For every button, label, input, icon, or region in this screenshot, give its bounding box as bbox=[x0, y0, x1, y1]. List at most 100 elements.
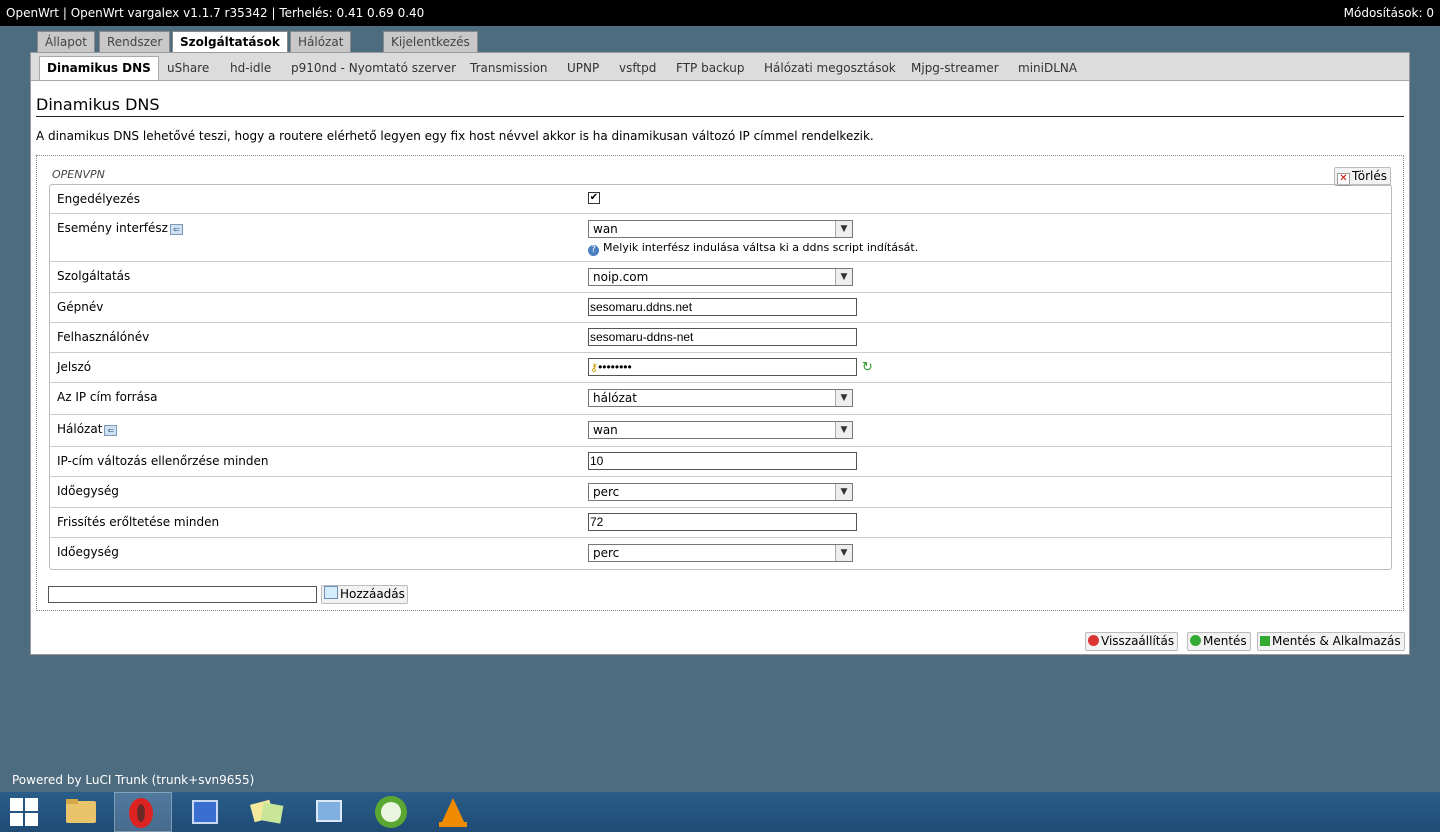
save-label: Mentés bbox=[1203, 634, 1247, 648]
network-select[interactable]: wan ▼ bbox=[588, 421, 853, 439]
subtab-transmission[interactable]: Transmission bbox=[463, 57, 555, 79]
settings-form: Engedélyezés ✔ Esemény interfész ⇐ wan ▼ ?… bbox=[49, 184, 1392, 570]
row-enable: Engedélyezés ✔ bbox=[50, 185, 1391, 214]
apply-icon bbox=[1260, 636, 1270, 646]
password-label: Jelszó bbox=[57, 360, 92, 374]
force-interval-label: Frissítés erőltetése minden bbox=[57, 515, 220, 529]
force-unit-select[interactable]: perc ▼ bbox=[588, 544, 853, 562]
row-password: Jelszó ⚷•••••••• ↻ bbox=[50, 353, 1391, 383]
subtab-upnp[interactable]: UPNP bbox=[560, 57, 606, 79]
key-icon: ⚷ bbox=[590, 362, 599, 374]
title-divider bbox=[36, 116, 1404, 117]
hostname-label: Gépnév bbox=[57, 300, 104, 314]
subtab-halozati-megosztasok[interactable]: Hálózati megosztások bbox=[757, 57, 903, 79]
ip-source-select[interactable]: hálózat ▼ bbox=[588, 389, 853, 407]
tab-szolgaltatasok[interactable]: Szolgáltatások bbox=[172, 31, 288, 53]
back-arrow-icon[interactable]: ⇐ bbox=[169, 224, 183, 235]
force-interval-input[interactable]: 72 bbox=[588, 513, 857, 531]
password-value: •••••••• bbox=[598, 360, 632, 374]
chevron-down-icon: ▼ bbox=[835, 422, 852, 438]
subtab-mjpg-streamer[interactable]: Mjpg-streamer bbox=[904, 57, 1006, 79]
control-panel-icon[interactable] bbox=[300, 792, 358, 832]
row-force-unit: Időegység perc ▼ bbox=[50, 538, 1391, 569]
subtab-ushare[interactable]: uShare bbox=[160, 57, 216, 79]
force-unit-value: perc bbox=[593, 546, 620, 560]
reset-icon bbox=[1088, 635, 1099, 646]
add-label: Hozzáadás bbox=[340, 587, 405, 601]
opera-icon[interactable] bbox=[114, 792, 172, 832]
row-hostname: Gépnév sesomaru.ddns.net bbox=[50, 293, 1391, 323]
sub-tabs: Dinamikus DNS uShare hd-idle p910nd - Ny… bbox=[31, 53, 1409, 81]
ddns-section: OPENVPN ✕ Törlés Engedélyezés ✔ Esemény i… bbox=[36, 155, 1404, 611]
chevron-down-icon: ▼ bbox=[835, 390, 852, 406]
windows-start-icon[interactable] bbox=[10, 798, 38, 826]
subtab-p910nd[interactable]: p910nd - Nyomtató szerver bbox=[284, 57, 463, 79]
check-unit-value: perc bbox=[593, 485, 620, 499]
service-value: noip.com bbox=[593, 270, 649, 284]
header-title: OpenWrt | OpenWrt vargalex v1.1.7 r35342… bbox=[6, 6, 425, 20]
check-unit-select[interactable]: perc ▼ bbox=[588, 483, 853, 501]
subtab-dinamikus-dns[interactable]: Dinamikus DNS bbox=[39, 56, 159, 80]
tab-allapot[interactable]: Állapot bbox=[37, 31, 95, 52]
enable-label: Engedélyezés bbox=[57, 192, 140, 206]
password-input[interactable]: ⚷•••••••• bbox=[588, 358, 857, 376]
ip-source-value: hálózat bbox=[593, 391, 637, 405]
page-description: A dinamikus DNS lehetővé teszi, hogy a r… bbox=[36, 129, 874, 143]
row-username: Felhasználónév sesomaru-ddns-net bbox=[50, 323, 1391, 353]
subtab-vsftpd[interactable]: vsftpd bbox=[612, 57, 663, 79]
delete-label: Törlés bbox=[1351, 169, 1387, 183]
event-interface-value: wan bbox=[593, 222, 618, 236]
vlc-icon[interactable] bbox=[424, 792, 482, 832]
add-section-button[interactable]: Hozzáadás bbox=[321, 585, 408, 604]
service-label: Szolgáltatás bbox=[57, 269, 131, 283]
save-button[interactable]: Mentés bbox=[1187, 632, 1251, 651]
check-unit-label: Időegység bbox=[57, 484, 119, 498]
check-interval-label: IP-cím változás ellenőrzése minden bbox=[57, 454, 269, 468]
tab-rendszer[interactable]: Rendszer bbox=[99, 31, 171, 52]
row-event-interface: Esemény interfész ⇐ wan ▼ ? Melyik interfés… bbox=[50, 214, 1391, 262]
footer-powered-by: Powered by LuCI Trunk (trunk+svn9655) bbox=[12, 773, 255, 787]
reset-label: Visszaállítás bbox=[1101, 634, 1175, 648]
tab-halozat[interactable]: Hálózat bbox=[290, 31, 352, 52]
network-app-icon[interactable] bbox=[176, 792, 234, 832]
force-unit-label: Időegység bbox=[57, 545, 119, 559]
username-label: Felhasználónév bbox=[57, 330, 150, 344]
page-title: Dinamikus DNS bbox=[36, 95, 160, 114]
row-force-interval: Frissítés erőltetése minden 72 bbox=[50, 508, 1391, 538]
save-apply-button[interactable]: Mentés & Alkalmazás bbox=[1257, 632, 1405, 651]
network-value: wan bbox=[593, 423, 618, 437]
utorrent-icon[interactable] bbox=[362, 792, 420, 832]
subtab-minidlna[interactable]: miniDLNA bbox=[1011, 57, 1084, 79]
new-section-name-input[interactable] bbox=[48, 586, 317, 603]
sticky-notes-icon[interactable] bbox=[238, 792, 296, 832]
row-ip-source: Az IP cím forrása hálózat ▼ bbox=[50, 383, 1391, 415]
username-input[interactable]: sesomaru-ddns-net bbox=[588, 328, 857, 346]
help-icon: ? bbox=[588, 245, 599, 256]
check-interval-input[interactable]: 10 bbox=[588, 452, 857, 470]
file-explorer-icon[interactable] bbox=[52, 792, 110, 832]
changes-counter[interactable]: Módosítások: 0 bbox=[1344, 0, 1434, 26]
row-check-interval: IP-cím változás ellenőrzése minden 10 bbox=[50, 447, 1391, 477]
row-service: Szolgáltatás noip.com ▼ bbox=[50, 262, 1391, 293]
content-panel: Dinamikus DNS uShare hd-idle p910nd - Ny… bbox=[30, 52, 1410, 655]
enable-checkbox[interactable]: ✔ bbox=[588, 192, 600, 204]
network-label: Hálózat bbox=[57, 422, 103, 436]
reveal-password-icon[interactable]: ↻ bbox=[862, 360, 873, 375]
add-icon bbox=[324, 586, 338, 599]
event-interface-label: Esemény interfész bbox=[57, 221, 168, 235]
event-interface-select[interactable]: wan ▼ bbox=[588, 220, 853, 238]
ip-source-label: Az IP cím forrása bbox=[57, 390, 158, 404]
chevron-down-icon: ▼ bbox=[835, 484, 852, 500]
service-select[interactable]: noip.com ▼ bbox=[588, 268, 853, 286]
hostname-input[interactable]: sesomaru.ddns.net bbox=[588, 298, 857, 316]
event-interface-hint: ? Melyik interfész indulása váltsa ki a d… bbox=[588, 241, 918, 256]
subtab-hd-idle[interactable]: hd-idle bbox=[223, 57, 278, 79]
section-legend: OPENVPN bbox=[52, 168, 105, 181]
subtab-ftp-backup[interactable]: FTP backup bbox=[669, 57, 751, 79]
hint-text: Melyik interfész indulása váltsa ki a dd… bbox=[603, 241, 919, 254]
back-arrow-icon[interactable]: ⇐ bbox=[104, 425, 118, 436]
reset-button[interactable]: Visszaállítás bbox=[1085, 632, 1179, 651]
tab-kijelentkezes[interactable]: Kijelentkezés bbox=[383, 31, 478, 52]
top-header: OpenWrt | OpenWrt vargalex v1.1.7 r35342… bbox=[0, 0, 1440, 26]
row-check-unit: Időegység perc ▼ bbox=[50, 477, 1391, 508]
